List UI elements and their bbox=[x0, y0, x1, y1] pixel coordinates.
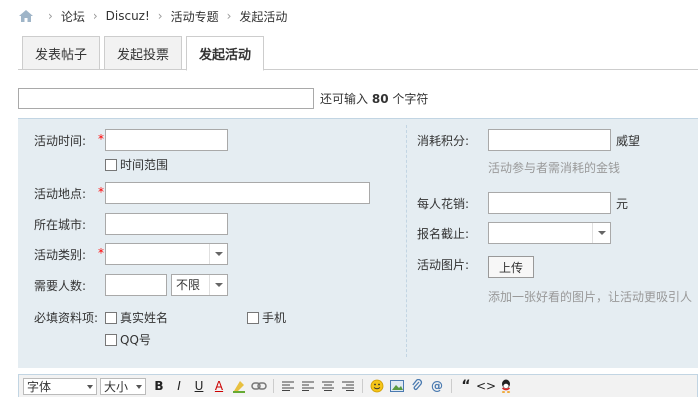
hint-count: 80 bbox=[371, 92, 389, 106]
phone-checkbox[interactable]: 手机 bbox=[247, 309, 286, 326]
subject-input[interactable] bbox=[18, 88, 314, 109]
tab-new-post[interactable]: 发表帖子 bbox=[22, 36, 100, 70]
code-button[interactable]: <> bbox=[476, 377, 496, 395]
editor-toolbar: 字体 大小 B I U A @ “ <> bbox=[18, 374, 698, 397]
tab-new-poll[interactable]: 发起投票 bbox=[104, 36, 182, 70]
chevron-down-icon bbox=[87, 384, 93, 389]
qq-icon[interactable] bbox=[496, 377, 516, 395]
chevron-down-icon bbox=[209, 275, 227, 295]
checkbox[interactable] bbox=[105, 158, 117, 171]
category-label: 活动类别: bbox=[34, 248, 87, 262]
city-label: 所在城市: bbox=[34, 218, 87, 232]
font-size-select[interactable]: 大小 bbox=[100, 377, 146, 395]
required-mark: * bbox=[98, 132, 104, 146]
city-input[interactable] bbox=[105, 213, 228, 235]
align-center-icon[interactable] bbox=[318, 377, 338, 395]
smiley-icon[interactable] bbox=[367, 377, 387, 395]
cost-unit: 元 bbox=[616, 197, 629, 211]
attachment-icon[interactable] bbox=[407, 377, 427, 395]
breadcrumb-separator: › bbox=[157, 9, 163, 23]
activity-form-panel: 活动时间: * 时间范围 活动地点: * 所在城市: 活动类别: * 需要人数:… bbox=[18, 118, 698, 368]
time-range-checkbox[interactable]: 时间范围 bbox=[105, 156, 168, 173]
chevron-down-icon bbox=[592, 223, 610, 243]
align-left-2-icon[interactable] bbox=[298, 377, 318, 395]
font-family-select[interactable]: 字体 bbox=[23, 377, 97, 395]
text-color-button[interactable]: A bbox=[209, 377, 229, 395]
category-select[interactable] bbox=[105, 243, 228, 265]
breadcrumb-forum[interactable]: 论坛 bbox=[61, 8, 85, 25]
location-input[interactable] bbox=[105, 182, 370, 204]
tab-new-activity[interactable]: 发起活动 bbox=[186, 36, 264, 71]
people-label: 需要人数: bbox=[34, 279, 87, 293]
align-left-icon[interactable] bbox=[278, 377, 298, 395]
chevron-down-icon bbox=[209, 244, 227, 264]
breadcrumb: › 论坛 › Discuz! › 活动专题 › 发起活动 bbox=[18, 0, 287, 32]
location-label: 活动地点: bbox=[34, 187, 87, 201]
points-label: 消耗积分: bbox=[417, 134, 470, 148]
quote-button[interactable]: “ bbox=[456, 377, 476, 395]
real-name-label: 真实姓名 bbox=[120, 311, 169, 325]
checkbox[interactable] bbox=[247, 311, 259, 324]
required-info-label: 必填资料项: bbox=[34, 311, 99, 325]
cost-input[interactable] bbox=[488, 192, 611, 214]
breadcrumb-discuz[interactable]: Discuz! bbox=[106, 9, 150, 23]
image-hint: 添加一张好看的图片，让活动更吸引人 bbox=[488, 290, 693, 304]
subject-char-hint: 还可输入 80 个字符 bbox=[320, 90, 428, 107]
checkbox[interactable] bbox=[105, 311, 117, 324]
points-input[interactable] bbox=[488, 129, 611, 151]
breadcrumb-separator: › bbox=[92, 9, 98, 23]
column-divider bbox=[406, 125, 407, 357]
chevron-down-icon bbox=[136, 384, 142, 389]
font-select-label: 字体 bbox=[27, 379, 52, 394]
people-input[interactable] bbox=[105, 274, 167, 296]
hint-suffix: 个字符 bbox=[392, 92, 429, 106]
image-label: 活动图片: bbox=[417, 258, 470, 272]
required-mark: * bbox=[98, 246, 104, 260]
align-right-icon[interactable] bbox=[338, 377, 358, 395]
underline-button[interactable]: U bbox=[189, 377, 209, 395]
real-name-checkbox[interactable]: 真实姓名 bbox=[105, 309, 168, 326]
deadline-select[interactable] bbox=[488, 222, 611, 244]
image-icon[interactable] bbox=[387, 377, 407, 395]
points-unit: 威望 bbox=[616, 134, 641, 148]
breadcrumb-current: 发起活动 bbox=[239, 9, 288, 24]
link-icon[interactable] bbox=[249, 377, 269, 395]
home-icon[interactable] bbox=[18, 9, 34, 23]
time-label: 活动时间: bbox=[34, 134, 87, 148]
post-type-tabs: 发表帖子 发起投票 发起活动 bbox=[18, 32, 698, 71]
breadcrumb-separator: › bbox=[226, 9, 232, 23]
phone-label: 手机 bbox=[262, 311, 287, 325]
qq-checkbox[interactable]: QQ号 bbox=[105, 331, 151, 348]
toolbar-divider bbox=[362, 379, 363, 393]
hint-prefix: 还可输入 bbox=[320, 92, 369, 106]
breadcrumb-separator: › bbox=[48, 9, 53, 23]
deadline-label: 报名截止: bbox=[417, 227, 470, 241]
checkbox[interactable] bbox=[105, 333, 117, 346]
breadcrumb-activity-topic[interactable]: 活动专题 bbox=[171, 8, 219, 25]
cost-label: 每人花销: bbox=[417, 197, 470, 211]
required-mark: * bbox=[98, 185, 104, 199]
time-range-label: 时间范围 bbox=[120, 158, 169, 172]
toolbar-divider bbox=[273, 379, 274, 393]
size-select-label: 大小 bbox=[104, 379, 129, 394]
qq-label: QQ号 bbox=[120, 333, 151, 347]
italic-button[interactable]: I bbox=[169, 377, 189, 395]
points-hint: 活动参与者需消耗的金钱 bbox=[488, 161, 621, 175]
background-color-icon[interactable] bbox=[229, 377, 249, 395]
at-icon[interactable]: @ bbox=[427, 377, 447, 395]
toolbar-divider bbox=[451, 379, 452, 393]
bold-button[interactable]: B bbox=[149, 377, 169, 395]
people-limit-select[interactable]: 不限 bbox=[171, 274, 228, 296]
subject-row: 还可输入 80 个字符 bbox=[18, 88, 428, 109]
time-input[interactable] bbox=[105, 129, 228, 151]
people-limit-value: 不限 bbox=[176, 278, 201, 292]
upload-button[interactable]: 上传 bbox=[488, 256, 534, 278]
